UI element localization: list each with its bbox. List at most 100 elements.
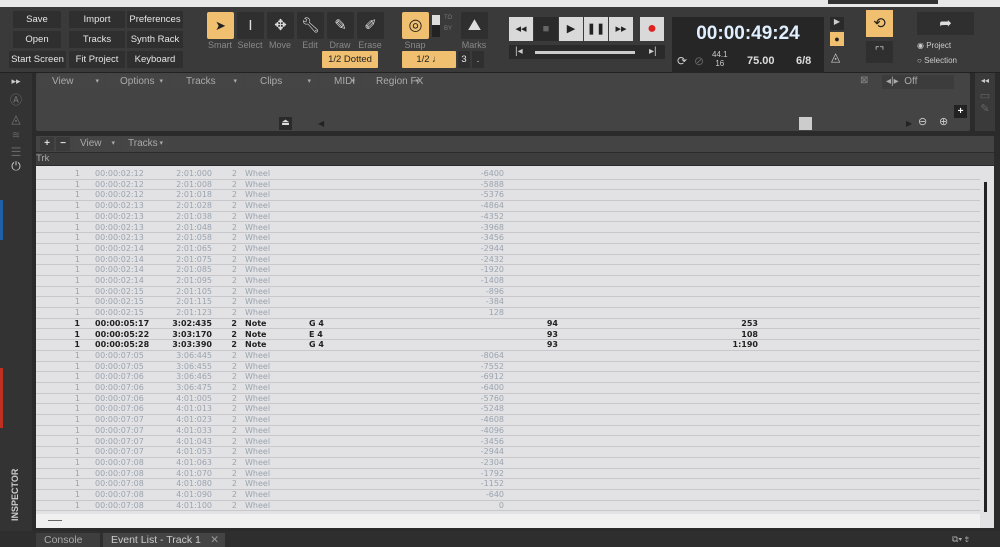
cell-hmsf[interactable]: 00:00:05:22 [95,330,149,340]
snap-to-by-toggle[interactable] [432,15,440,37]
cell-trk[interactable]: 1 [56,330,80,340]
aim-assist-icon[interactable]: Ⓐ [0,91,32,108]
cell-duration[interactable]: 253 [706,319,758,329]
track-menu-region-fx[interactable]: Region FX ▾ [362,75,424,89]
cell-value[interactable]: -6912 [456,372,504,382]
table-row[interactable]: 1 00:00:02:14 2:01:085 2 Wheel -1920 [36,265,980,276]
cell-hmsf[interactable]: 00:00:07:05 [95,351,144,361]
cell-ch[interactable]: 2 [222,330,237,340]
cell-ch[interactable]: 2 [222,276,237,286]
cell-mbt[interactable]: 4:01:023 [166,415,212,425]
table-row[interactable]: 1 00:00:02:12 2:01:000 2 Wheel -6400 [36,169,980,180]
cell-trk[interactable]: 1 [56,458,80,468]
cell-mbt[interactable]: 2:01:075 [166,255,212,265]
table-row[interactable]: 1 00:00:07:07 4:01:043 2 Wheel -3456 [36,437,980,448]
cell-hmsf[interactable]: 00:00:07:07 [95,415,144,425]
cell-trk[interactable]: 1 [56,265,80,275]
cell-trk[interactable]: 1 [56,362,80,372]
cell-hmsf[interactable]: 00:00:07:05 [95,362,144,372]
add-track-button[interactable]: + [954,105,967,118]
cell-trk[interactable]: 1 [56,180,80,190]
cell-trk[interactable]: 1 [56,404,80,414]
table-row[interactable]: 1 00:00:07:07 4:01:033 2 Wheel -4096 [36,426,980,437]
cell-trk[interactable]: 1 [56,244,80,254]
cell-mbt[interactable]: 3:06:445 [166,351,212,361]
table-row[interactable]: 1 00:00:07:07 4:01:053 2 Wheel -2944 [36,447,980,458]
table-row[interactable]: 1 00:00:07:05 3:06:455 2 Wheel -7552 [36,362,980,373]
cell-kind[interactable]: Wheel [245,169,270,179]
cell-mbt[interactable]: 4:01:100 [166,501,212,511]
cell-trk[interactable]: 1 [56,212,80,222]
inspector-label[interactable]: INSPECTOR [10,469,20,521]
cell-ch[interactable]: 2 [222,501,237,511]
cell-value[interactable]: -1408 [456,276,504,286]
cell-ch[interactable]: 2 [222,319,237,329]
cell-ch[interactable]: 2 [222,265,237,275]
cell-trk[interactable]: 1 [56,479,80,489]
offline-icon[interactable]: ⊘ [694,54,704,68]
cell-mbt[interactable]: 3:02:435 [166,319,212,329]
track-menu-clips[interactable]: Clips ▾ [246,75,316,89]
cell-hmsf[interactable]: 00:00:02:13 [95,212,144,222]
tempo[interactable]: 75.00 [747,55,775,67]
table-row[interactable]: 1 00:00:02:13 2:01:048 2 Wheel -3968 [36,223,980,234]
snap-button[interactable]: ◎ [402,12,429,39]
cell-kind[interactable]: Wheel [245,383,270,393]
file-button-keyboard[interactable]: Keyboard [127,51,183,68]
metronome-sidebar-icon[interactable]: ◬ [0,112,32,126]
cell-value[interactable]: -2944 [456,244,504,254]
metronome-icon[interactable]: ◬ [831,50,840,64]
cell-trk[interactable]: 1 [56,255,80,265]
scrollbar-thumb[interactable] [984,182,987,512]
cell-hmsf[interactable]: 00:00:02:12 [95,190,144,200]
table-row[interactable]: 1 00:00:07:08 4:01:090 2 Wheel -640 [36,490,980,501]
cell-hmsf[interactable]: 00:00:07:06 [95,372,144,382]
cell-trk[interactable]: 1 [56,383,80,393]
cell-hmsf[interactable]: 00:00:07:06 [95,394,144,404]
close-tab-icon[interactable]: ✕ [210,533,219,547]
cell-mbt[interactable]: 3:06:475 [166,383,212,393]
cell-value[interactable]: -2432 [456,255,504,265]
cell-ch[interactable]: 2 [222,426,237,436]
cell-trk[interactable]: 1 [56,469,80,479]
table-row[interactable]: 1 00:00:07:08 4:01:080 2 Wheel -1152 [36,479,980,490]
cell-kind[interactable]: Wheel [245,469,270,479]
cell-value[interactable]: 93 [516,330,558,340]
zoom-in-icon[interactable]: ⊕ [939,115,948,128]
cell-trk[interactable]: 1 [56,351,80,361]
dotted-button[interactable]: . [472,51,484,68]
table-row[interactable]: 1 00:00:02:15 2:01:115 2 Wheel -384 [36,297,980,309]
cell-value[interactable]: -1792 [456,469,504,479]
cell-hmsf[interactable]: 00:00:02:15 [95,297,144,307]
pause-button[interactable]: ❚❚ [584,17,608,41]
cell-trk[interactable]: 1 [56,501,80,511]
cell-value[interactable]: -5888 [456,180,504,190]
cell-kind[interactable]: Wheel [245,479,270,489]
cell-value[interactable]: -1920 [456,265,504,275]
cell-kind[interactable]: Wheel [245,212,270,222]
cell-mbt[interactable]: 2:01:008 [166,180,212,190]
cell-kind[interactable]: Wheel [245,233,270,243]
punch-button[interactable]: ⌜⌝ [866,41,893,63]
cell-duration[interactable]: 1:190 [706,340,758,350]
table-row[interactable]: 1 00:00:02:14 2:01:065 2 Wheel -2944 [36,244,980,255]
cell-mbt[interactable]: 3:03:390 [166,340,212,350]
tool-move-button[interactable]: ✥ [267,12,294,39]
cell-hmsf[interactable]: 00:00:02:14 [95,255,144,265]
table-row[interactable]: 1 00:00:07:08 4:01:070 2 Wheel -1792 [36,469,980,480]
insert-event-button[interactable]: + [40,137,54,151]
cell-mbt[interactable]: 2:01:048 [166,223,212,233]
cell-duration[interactable]: 108 [706,330,758,340]
cell-trk[interactable]: 1 [56,169,80,179]
meter[interactable]: 6/8 [796,55,811,67]
cell-value[interactable]: -3456 [456,437,504,447]
sync-icon[interactable]: ⟳ [677,54,687,68]
cell-mbt[interactable]: 4:01:033 [166,426,212,436]
cell-kind[interactable]: Wheel [245,265,270,275]
cell-mbt[interactable]: 4:01:070 [166,469,212,479]
cell-kind[interactable]: Note [245,319,266,329]
cell-mbt[interactable]: 2:01:085 [166,265,212,275]
cell-mbt[interactable]: 2:01:065 [166,244,212,254]
cell-hmsf[interactable]: 00:00:05:17 [95,319,149,329]
zoom-out-icon[interactable]: ⊖ [918,115,927,128]
